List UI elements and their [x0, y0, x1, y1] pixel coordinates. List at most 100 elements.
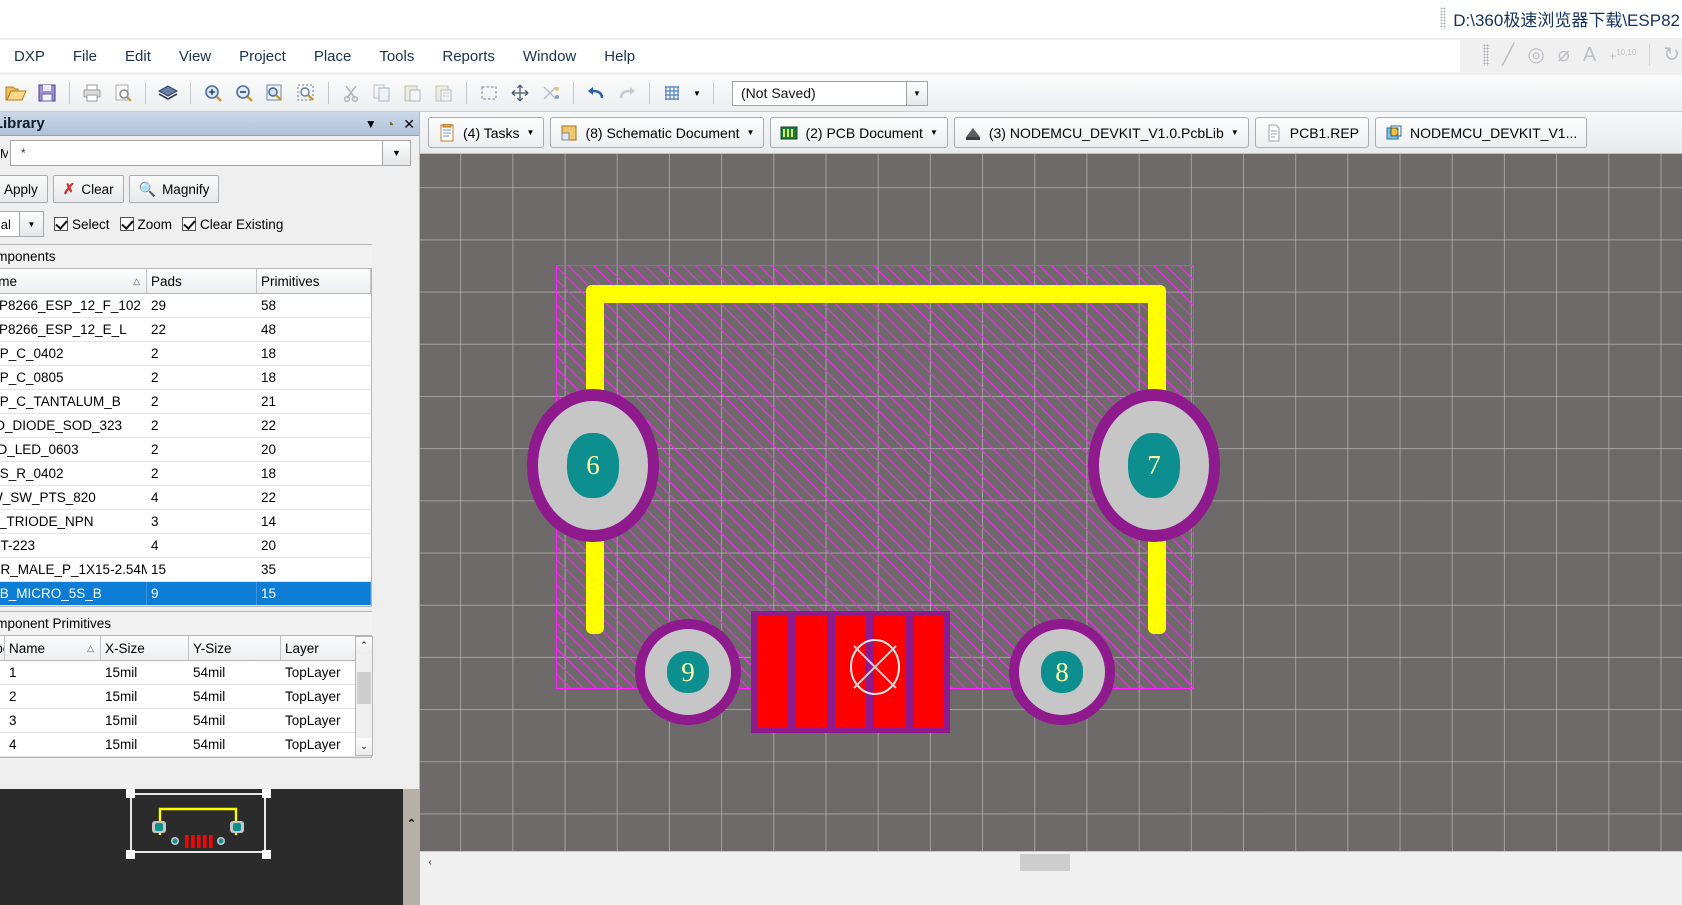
scroll-up-icon[interactable]: ⌃ [403, 815, 420, 831]
menu-reports[interactable]: Reports [428, 44, 509, 69]
open-folder-icon[interactable] [2, 79, 30, 107]
text-icon[interactable]: A [1583, 45, 1596, 65]
canvas-horizontal-scrollbar[interactable]: ‹ [420, 851, 1682, 873]
chevron-down-icon[interactable]: ▼ [527, 128, 535, 137]
drag-grip-icon[interactable] [1440, 7, 1447, 29]
resize-handle-top-right[interactable] [262, 789, 271, 798]
table-row[interactable]: RES_R_0402 2 18 [0, 462, 371, 486]
saved-state-combo[interactable]: (Not Saved) ▼ [732, 80, 928, 106]
grid-icon[interactable] [658, 79, 686, 107]
trace-top-horizontal[interactable] [586, 285, 1166, 303]
column-header-name[interactable]: Name△ [5, 636, 101, 660]
primitives-table[interactable]: Type Name△ X-Size Y-Size Layer 1 15mil 54m… [0, 636, 372, 758]
menu-edit[interactable]: Edit [111, 44, 165, 69]
undo-icon[interactable] [582, 79, 610, 107]
paste-icon[interactable] [399, 79, 427, 107]
chevron-down-icon[interactable]: ▼ [365, 117, 377, 131]
column-header-primitives[interactable]: Primitives [257, 269, 371, 293]
mask-input[interactable]: * [10, 140, 383, 166]
scrollbar-thumb[interactable] [1020, 854, 1070, 871]
save-icon[interactable] [33, 79, 61, 107]
zoom-in-icon[interactable] [199, 79, 227, 107]
table-row[interactable]: CAP_C_0805 2 18 [0, 366, 371, 390]
component-preview[interactable] [0, 789, 405, 905]
table-row[interactable]: DIO_DIODE_SOD_323222 [0, 414, 371, 438]
chevron-down-icon[interactable]: ▼ [19, 212, 43, 236]
pad-9[interactable]: 9 [635, 619, 741, 725]
scroll-down-icon[interactable]: ⌄ [356, 738, 372, 755]
table-row[interactable]: TR_TRIODE_NPN 3 14 [0, 510, 371, 534]
redo-icon[interactable] [613, 79, 641, 107]
coordinate-icon[interactable]: +10,10 [1609, 48, 1636, 62]
smd-pad-5[interactable] [913, 616, 944, 728]
table-row[interactable]: 2 15mil 54mil TopLayer [0, 685, 371, 709]
table-row[interactable]: ESP8266_ESP_12_F_102 29 58 [0, 294, 371, 318]
table-row[interactable]: LED_LED_0603 2 20 [0, 438, 371, 462]
clear-existing-checkbox[interactable]: Clear Existing [182, 217, 283, 232]
select-checkbox[interactable]: Select [54, 217, 110, 232]
preview-viewport-frame[interactable] [130, 793, 266, 853]
line-icon[interactable]: ╱ [1502, 45, 1514, 65]
table-row[interactable]: CAP_C_TANTALUM_B 2 21 [0, 390, 371, 414]
select-area-icon[interactable] [475, 79, 503, 107]
pad-6[interactable]: 6 [527, 389, 659, 542]
chevron-down-icon[interactable]: ▼ [1231, 128, 1239, 137]
zoom-out-icon[interactable] [230, 79, 258, 107]
resize-handle-top-left[interactable] [126, 789, 135, 798]
zoom-document-icon[interactable] [261, 79, 289, 107]
menu-file[interactable]: File [59, 44, 111, 69]
close-icon[interactable]: ✕ [403, 116, 415, 133]
menu-place[interactable]: Place [300, 44, 366, 69]
column-header-x-size[interactable]: X-Size [101, 636, 189, 660]
table-row[interactable]: 3 15mil 54mil TopLayer [0, 709, 371, 733]
magnify-button[interactable]: 🔍 Magnify [128, 175, 220, 203]
chevron-down-icon[interactable]: ▼ [747, 128, 755, 137]
pad-8[interactable]: 8 [1009, 619, 1115, 725]
components-table[interactable]: Name△ Pads Primitives ESP8266_ESP_12_F_1… [0, 269, 372, 607]
menu-view[interactable]: View [165, 44, 225, 69]
tab-pcblib-document[interactable]: (3) NODEMCU_DEVKIT_V1.0.PcbLib ▼ [953, 117, 1249, 148]
copy-icon[interactable] [368, 79, 396, 107]
table-row[interactable]: SW_SW_PTS_820 4 22 [0, 486, 371, 510]
table-row-selected[interactable]: USB_MICRO_5S_B915 [0, 582, 371, 606]
cut-icon[interactable] [337, 79, 365, 107]
chevron-left-icon[interactable]: ‹ [420, 853, 440, 873]
apply-button[interactable]: Apply [0, 175, 48, 203]
tab-pcb-document[interactable]: (2) PCB Document ▼ [770, 117, 948, 148]
main-toolbar[interactable]: ▼ (Not Saved) ▼ [0, 75, 1682, 112]
trace-left-vertical-upper[interactable] [586, 285, 604, 405]
smd-pad-2[interactable] [796, 616, 827, 728]
chevron-down-icon[interactable]: ▼ [906, 81, 927, 105]
grid-dropdown-icon[interactable]: ▼ [689, 79, 705, 107]
table-row[interactable]: SOT-223 4 20 [0, 534, 371, 558]
print-icon[interactable] [78, 79, 106, 107]
menu-bar[interactable]: DXP File Edit View Project Place Tools R… [0, 40, 1460, 72]
pad-icon[interactable]: ◎ [1527, 45, 1544, 65]
print-preview-icon[interactable] [109, 79, 137, 107]
resize-handle-bottom-right[interactable] [262, 850, 271, 859]
toolbar-grip-icon[interactable] [1483, 44, 1490, 66]
menu-project[interactable]: Project [225, 44, 300, 69]
tab-schematic-document[interactable]: (8) Schematic Document ▼ [550, 117, 765, 148]
document-tabs[interactable]: (4) Tasks ▼ (8) Schematic Document ▼ (2)… [420, 112, 1682, 154]
column-header-y-size[interactable]: Y-Size [189, 636, 281, 660]
scrollbar-thumb[interactable] [357, 672, 371, 704]
mask-dropdown-button[interactable]: ▼ [383, 140, 411, 166]
zoom-area-icon[interactable] [292, 79, 320, 107]
primitives-scrollbar[interactable]: ⌃ ⌄ [355, 636, 373, 756]
column-header-pads[interactable]: Pads [147, 269, 257, 293]
chevron-down-icon[interactable]: ▼ [930, 128, 938, 137]
cross-probe-icon[interactable] [537, 79, 565, 107]
table-row[interactable]: 4 15mil 54mil TopLayer [0, 733, 371, 757]
tab-pcb1-rep[interactable]: PCB1.REP [1254, 117, 1369, 148]
pcb-library-canvas[interactable]: 6 7 9 8 [420, 154, 1682, 851]
table-row[interactable]: CAP_C_0402 2 18 [0, 342, 371, 366]
mode-combo[interactable]: Normal ▼ [0, 211, 44, 237]
clear-button[interactable]: ✗ Clear [52, 175, 124, 203]
zoom-checkbox[interactable]: Zoom [119, 217, 172, 232]
pin-icon[interactable]: ◔ [386, 116, 394, 132]
preview-scroll-strip[interactable]: ⌃ [403, 789, 420, 905]
smd-pad-1[interactable] [757, 616, 788, 728]
arc-icon[interactable]: ↻ [1663, 45, 1680, 65]
pcb-lib-placement-toolbar[interactable]: ╱ ◎ ⌀ A +10,10 ↻ [1483, 38, 1680, 72]
